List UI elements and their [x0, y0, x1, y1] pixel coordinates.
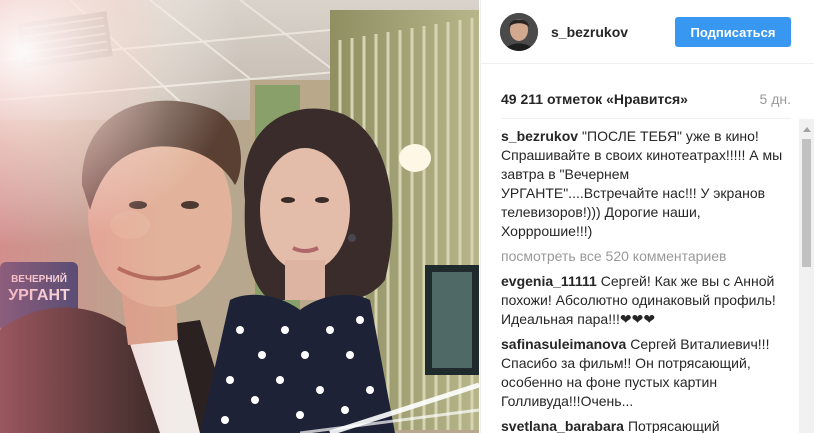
- list-item: safinasuleimanova Сергей Виталиевич!!! Сп…: [501, 335, 783, 411]
- post-username[interactable]: s_bezrukov: [551, 24, 628, 40]
- divider: [501, 118, 791, 119]
- post-time[interactable]: 5 дн.: [760, 91, 791, 107]
- comment-author[interactable]: evgenia_11111: [501, 273, 597, 289]
- caption-text: "ПОСЛЕ ТЕБЯ" уже в кино! Спрашивайте в с…: [501, 128, 783, 239]
- avatar-image: [500, 13, 538, 51]
- view-all-comments-link[interactable]: посмотреть все 520 комментариев: [501, 247, 783, 266]
- post-photo[interactable]: ВЕЧЕРНИЙ УРГАНТ: [0, 0, 479, 433]
- comment-author[interactable]: safinasuleimanova: [501, 336, 626, 352]
- comments-scrollbar[interactable]: [799, 119, 814, 433]
- post-sidebar: s_bezrukov Подписаться 49 211 отметок «Н…: [480, 0, 814, 433]
- scrollbar-thumb[interactable]: [802, 139, 811, 267]
- caption-author[interactable]: s_bezrukov: [501, 128, 578, 144]
- likes-row: 49 211 отметок «Нравится» 5 дн.: [501, 91, 791, 111]
- likes-count[interactable]: 49 211 отметок «Нравится»: [501, 91, 688, 107]
- caption: s_bezrukov "ПОСЛЕ ТЕБЯ" уже в кино! Спраш…: [501, 127, 783, 241]
- list-item: evgenia_11111 Сергей! Как же вы с Анной п…: [501, 272, 783, 329]
- avatar[interactable]: [500, 13, 538, 51]
- comment-author[interactable]: svetlana_barabara: [501, 418, 624, 433]
- scroll-up-arrow-icon[interactable]: [803, 127, 811, 132]
- follow-button[interactable]: Подписаться: [675, 17, 791, 47]
- list-item: svetlana_barabara Потрясающий: [501, 417, 783, 433]
- comment-text: Потрясающий: [627, 418, 720, 433]
- photo-image: ВЕЧЕРНИЙ УРГАНТ: [0, 0, 479, 433]
- post-header: s_bezrukov Подписаться: [481, 0, 814, 64]
- comments-list[interactable]: s_bezrukov "ПОСЛЕ ТЕБЯ" уже в кино! Спраш…: [501, 127, 783, 433]
